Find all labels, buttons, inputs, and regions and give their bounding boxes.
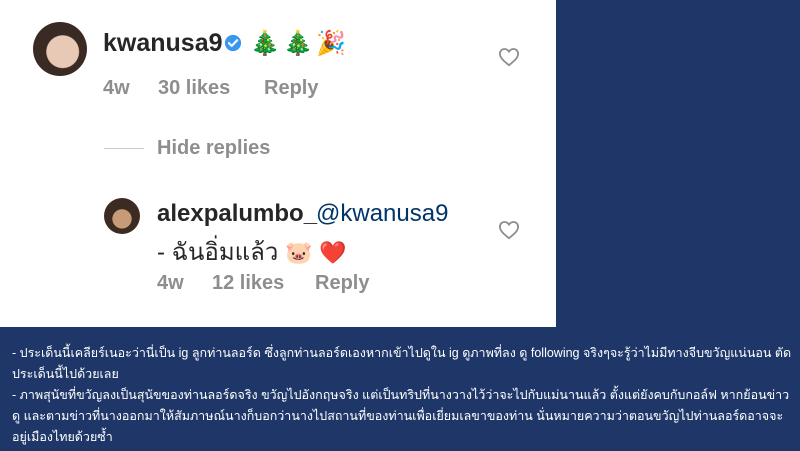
reply-text: - ฉันอิ่มแล้ว 🐷 ❤️ bbox=[157, 232, 346, 271]
reply-mention[interactable]: @kwanusa9 bbox=[316, 200, 448, 228]
tree-emoji: 🎄 bbox=[250, 30, 280, 57]
tree-emoji: 🎄 bbox=[283, 30, 313, 57]
pig-emoji: 🐷 bbox=[284, 240, 313, 265]
reply-time: 4w bbox=[157, 272, 184, 294]
party-emoji: 🎉 bbox=[316, 30, 346, 57]
comment-reply-button[interactable]: Reply bbox=[264, 77, 318, 100]
comment-likes[interactable]: 30 likes bbox=[158, 77, 230, 100]
heart-emoji: ❤️ bbox=[319, 240, 347, 265]
caption-text: - ประเด็นนี้เคลียร์เนอะว่านี่เป็น ig ลูก… bbox=[12, 343, 797, 448]
reply-username[interactable]: alexpalumbo_ bbox=[157, 200, 317, 228]
reply-reply-button[interactable]: Reply bbox=[315, 272, 369, 295]
caption-line: - ภาพสุนัขที่ขวัญลงเป็นสุนัขของท่านลอร์ด… bbox=[12, 388, 790, 444]
hide-replies-button[interactable]: Hide replies bbox=[157, 137, 270, 160]
reply-likes[interactable]: 12 likes bbox=[212, 272, 284, 295]
verified-badge-icon bbox=[224, 34, 242, 52]
like-heart-icon[interactable] bbox=[498, 220, 520, 240]
comment-time: 4w bbox=[103, 77, 130, 99]
reply-text-content: - ฉันอิ่มแล้ว bbox=[157, 239, 279, 266]
comment-username[interactable]: kwanusa9 bbox=[103, 29, 223, 58]
comment-card: kwanusa9 🎄 🎄 🎉 4w 30 likes Reply Hide re… bbox=[0, 0, 556, 327]
avatar[interactable] bbox=[33, 22, 87, 76]
divider bbox=[104, 148, 144, 149]
like-heart-icon[interactable] bbox=[498, 47, 520, 67]
caption-line: - ประเด็นนี้เคลียร์เนอะว่านี่เป็น ig ลูก… bbox=[12, 346, 792, 381]
avatar[interactable] bbox=[104, 198, 140, 234]
